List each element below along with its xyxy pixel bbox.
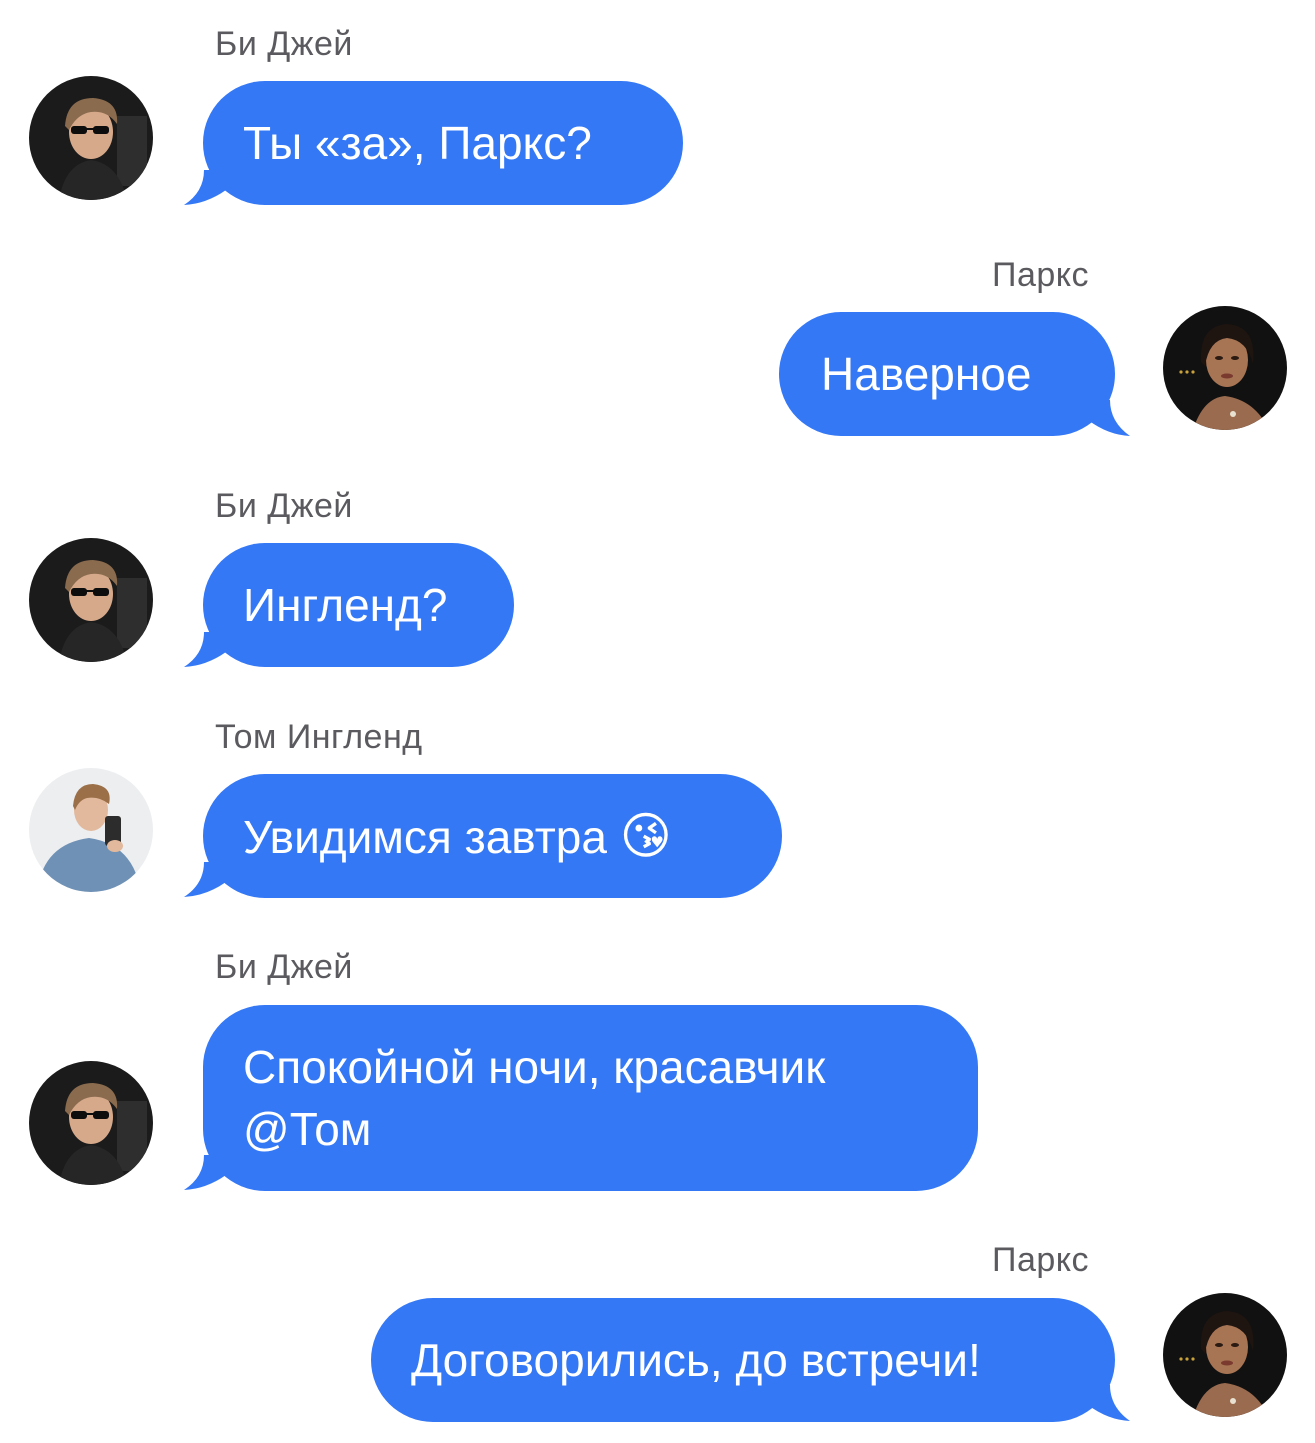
- sender-name: Би Джей: [215, 948, 353, 986]
- bubble-tail-left: [184, 170, 226, 205]
- kissing-face-emoji-icon: 😘: [619, 808, 672, 864]
- bubble-tail-right: [1088, 1385, 1130, 1421]
- message-bubble[interactable]: Ты «за», Паркс?: [203, 81, 683, 205]
- message-text: Ингленд?: [243, 579, 448, 631]
- bubble-tail-left: [184, 862, 226, 897]
- message-bubble[interactable]: Ингленд?: [203, 543, 514, 667]
- message-bubble[interactable]: Договорились, до встречи!: [371, 1298, 1115, 1422]
- bubble-tail-right: [1088, 400, 1130, 436]
- message-bubble[interactable]: Наверное: [779, 312, 1115, 436]
- avatar-tom-england[interactable]: [29, 768, 153, 892]
- sender-name: Паркс: [992, 256, 1090, 294]
- message-bubble[interactable]: Спокойной ночи, красавчик @Том: [203, 1005, 978, 1191]
- avatar-bi-jay[interactable]: [29, 1061, 153, 1185]
- message-text: Увидимся завтра: [243, 811, 607, 863]
- sender-name: Би Джей: [215, 487, 353, 525]
- avatar-bi-jay[interactable]: [29, 538, 153, 662]
- avatar-parks[interactable]: [1163, 306, 1287, 430]
- bubble-tail-left: [184, 632, 226, 667]
- message-text: Договорились, до встречи!: [411, 1334, 981, 1386]
- avatar-parks[interactable]: [1163, 1293, 1287, 1417]
- sender-name: Том Ингленд: [215, 718, 423, 756]
- sender-name: Би Джей: [215, 25, 353, 63]
- message-content: Увидимся завтра 😘: [243, 805, 742, 868]
- message-text-line: Спокойной ночи, красавчик: [243, 1041, 826, 1093]
- message-bubble[interactable]: Увидимся завтра 😘: [203, 774, 782, 898]
- bubble-tail-left: [184, 1155, 226, 1190]
- message-text: Ты «за», Паркс?: [243, 117, 592, 169]
- message-text: Наверное: [821, 348, 1032, 400]
- avatar-bi-jay[interactable]: [29, 76, 153, 200]
- sender-name: Паркс: [992, 1241, 1090, 1279]
- mention-tom[interactable]: @Том: [243, 1098, 938, 1160]
